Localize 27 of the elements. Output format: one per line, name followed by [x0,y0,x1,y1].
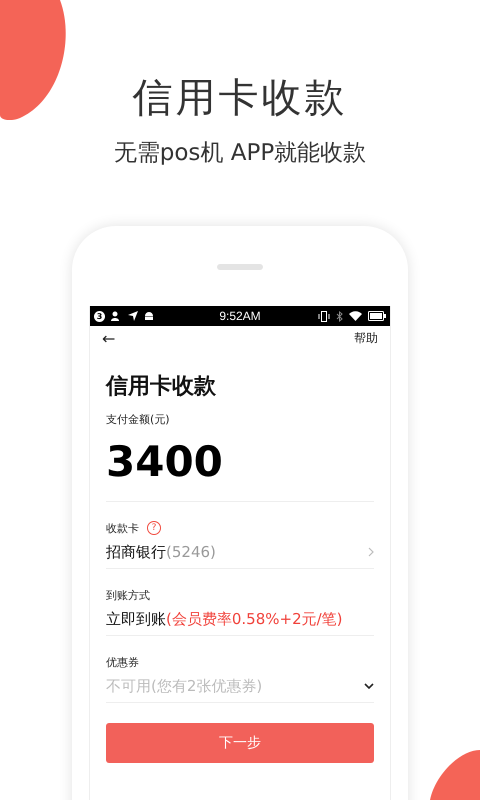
notification-count: 3 [94,310,105,322]
headline: 信用卡收款 [132,74,348,123]
chevron-down-icon [364,683,374,689]
location-arrow-icon [128,311,138,321]
help-icon[interactable]: ? [147,521,161,535]
person-icon [111,311,122,321]
blob-shape [430,750,480,800]
battery-icon [368,311,386,321]
bluetooth-icon [336,310,343,322]
form-title: 信用卡收款 [106,373,217,401]
amount-value: 3400 [106,437,374,502]
field-label: 到账方式 [106,588,150,602]
subheadline: 无需pos机 APP就能收款 [114,139,366,168]
field-label: 收款卡 [106,520,139,536]
field-value: 不可用(您有2张优惠券) [106,676,262,696]
amount-label: 支付金额(元) [106,412,171,427]
vibrate-icon [318,310,330,322]
field-label: 优惠券 [106,654,139,670]
status-time: 9:52AM [219,309,261,323]
help-link[interactable]: 帮助 [354,330,378,346]
field-value: 立即到账(会员费率0.58%+2元/笔) [106,610,343,628]
field-value: 招商银行(5246) [106,542,216,562]
chevron-right-icon [368,547,374,557]
back-button[interactable]: ← [102,328,116,348]
wifi-icon [348,311,362,321]
phone-speaker [217,264,263,270]
field-row[interactable]: 招商银行(5246) [106,536,374,569]
